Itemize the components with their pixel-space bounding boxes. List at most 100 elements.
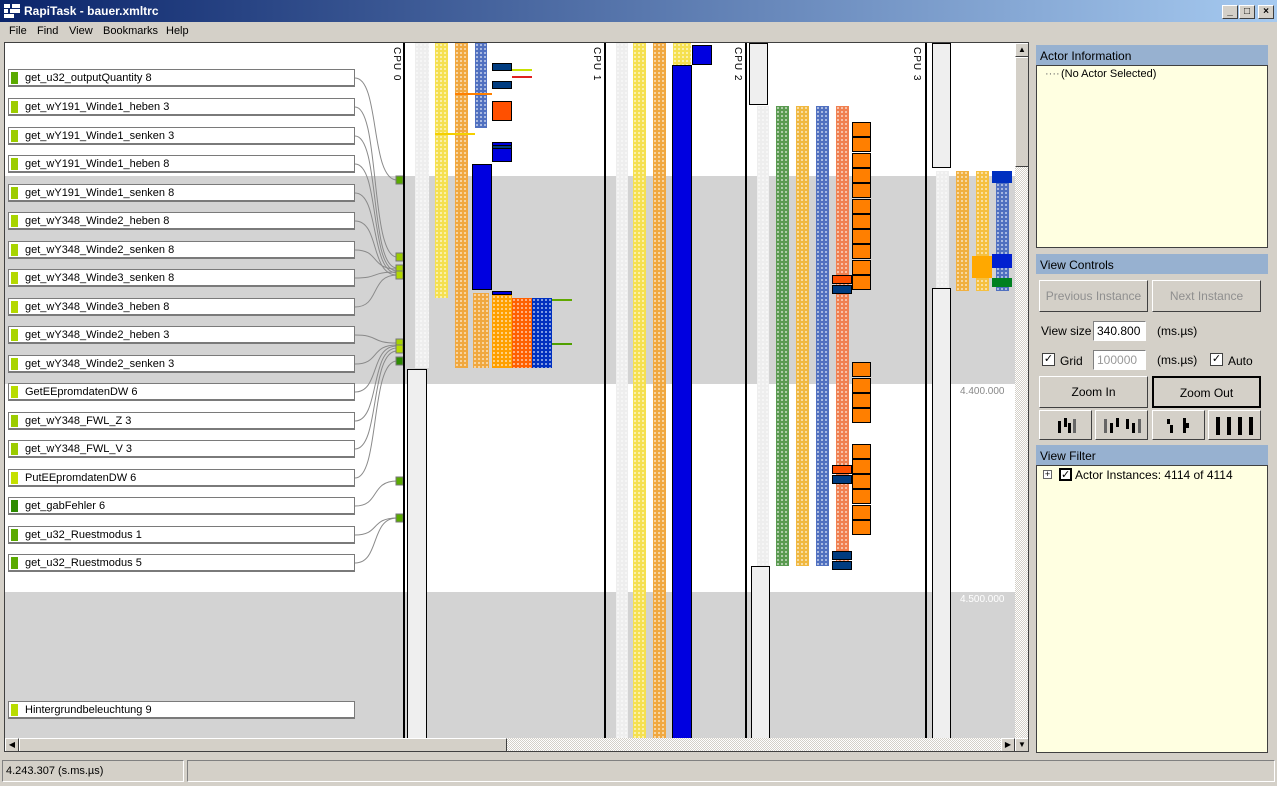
task-block[interactable]: [852, 520, 871, 535]
task-block[interactable]: [832, 285, 852, 294]
scroll-left-icon[interactable]: ◀: [5, 738, 19, 751]
idle-block[interactable]: [749, 43, 768, 105]
task-block[interactable]: [992, 278, 1012, 287]
actor-item[interactable]: Hintergrundbeleuchtung 9: [8, 701, 355, 719]
task-block[interactable]: [492, 101, 512, 121]
close-button[interactable]: ×: [1258, 5, 1274, 19]
layout-mode-4-button[interactable]: [1208, 410, 1261, 440]
task-block[interactable]: [832, 561, 852, 570]
vertical-scrollbar[interactable]: ▲: [1015, 43, 1028, 738]
task-block[interactable]: [472, 164, 492, 290]
previous-instance-button[interactable]: Previous Instance: [1039, 280, 1148, 312]
task-block[interactable]: [992, 254, 1012, 268]
idle-block[interactable]: [407, 369, 427, 739]
view-size-input[interactable]: 340.800: [1093, 321, 1146, 341]
task-block[interactable]: [692, 45, 712, 65]
horizontal-scroll-thumb[interactable]: [19, 738, 507, 751]
zoom-in-button[interactable]: Zoom In: [1039, 376, 1148, 408]
actor-connector: [354, 220, 398, 276]
task-block[interactable]: [492, 145, 512, 149]
grid-checkbox[interactable]: ✓: [1042, 353, 1055, 366]
actor-item[interactable]: get_u32_Ruestmodus 5: [8, 554, 355, 572]
task-block[interactable]: [852, 377, 871, 393]
scroll-right-icon[interactable]: ▶: [1001, 738, 1015, 751]
actor-color-swatch: [11, 215, 18, 227]
expand-icon[interactable]: +: [1043, 470, 1052, 479]
next-instance-button[interactable]: Next Instance: [1152, 280, 1261, 312]
task-block[interactable]: [852, 443, 871, 459]
task-block[interactable]: [852, 259, 871, 275]
actor-item[interactable]: PutEEpromdatenDW 6: [8, 469, 355, 487]
actor-item[interactable]: get_wY191_Winde1_heben 8: [8, 155, 355, 173]
task-block[interactable]: [832, 551, 852, 560]
task-block[interactable]: [852, 229, 871, 245]
horizontal-scrollbar[interactable]: ◀ ▶ ▼: [5, 738, 1028, 751]
actor-color-swatch: [11, 187, 18, 199]
actor-item[interactable]: get_gabFehler 6: [8, 497, 355, 515]
actor-item[interactable]: get_wY348_Winde3_heben 8: [8, 298, 355, 316]
actor-connector: [354, 135, 398, 269]
task-block[interactable]: [852, 408, 871, 424]
task-block[interactable]: [832, 275, 852, 284]
actor-item[interactable]: GetEEpromdatenDW 6: [8, 383, 355, 401]
task-block[interactable]: [492, 63, 512, 71]
task-block[interactable]: [852, 458, 871, 474]
grid-input[interactable]: 100000: [1093, 350, 1146, 370]
actor-item[interactable]: get_wY348_Winde2_heben 8: [8, 212, 355, 230]
actor-item[interactable]: get_wY348_Winde2_heben 3: [8, 326, 355, 344]
task-block[interactable]: [852, 392, 871, 408]
auto-checkbox[interactable]: ✓: [1210, 353, 1223, 366]
actor-connector: [354, 517, 398, 564]
idle-block[interactable]: [932, 288, 951, 743]
task-block[interactable]: [852, 198, 871, 214]
menu-view[interactable]: View: [69, 25, 93, 37]
menu-bookmarks[interactable]: Bookmarks: [103, 25, 158, 37]
idle-block[interactable]: [932, 43, 951, 168]
actor-item[interactable]: get_wY348_FWL_V 3: [8, 440, 355, 458]
task-block[interactable]: [492, 81, 512, 89]
timeline-view[interactable]: get_u32_outputQuantity 8 get_wY191_Winde1…: [4, 42, 1029, 752]
task-block[interactable]: [852, 474, 871, 490]
actor-item[interactable]: get_wY348_Winde3_senken 8: [8, 269, 355, 287]
menu-help[interactable]: Help: [166, 25, 189, 37]
actor-item[interactable]: get_u32_Ruestmodus 1: [8, 526, 355, 544]
layout-mode-3-button[interactable]: [1152, 410, 1205, 440]
task-block[interactable]: [832, 465, 852, 474]
actor-item[interactable]: get_wY191_Winde1_heben 3: [8, 98, 355, 116]
task-block[interactable]: [852, 275, 871, 290]
actor-info-item[interactable]: (No Actor Selected): [1061, 68, 1156, 80]
maximize-button[interactable]: □: [1239, 5, 1255, 19]
actor-item[interactable]: get_wY348_Winde2_senken 3: [8, 355, 355, 373]
actor-item[interactable]: get_u32_outputQuantity 8: [8, 69, 355, 87]
task-block[interactable]: [852, 183, 871, 199]
minimize-button[interactable]: _: [1222, 5, 1238, 19]
task-block[interactable]: [972, 256, 992, 278]
layout-mode-1-button[interactable]: [1039, 410, 1092, 440]
actor-item[interactable]: get_wY348_FWL_Z 3: [8, 412, 355, 430]
actor-item[interactable]: get_wY348_Winde2_senken 8: [8, 241, 355, 259]
task-block[interactable]: [852, 122, 871, 137]
zoom-out-button[interactable]: Zoom Out: [1152, 376, 1261, 408]
task-block[interactable]: [832, 475, 852, 484]
task-block[interactable]: [852, 504, 871, 520]
scroll-up-icon[interactable]: ▲: [1015, 43, 1028, 57]
menu-find[interactable]: Find: [37, 25, 58, 37]
task-block[interactable]: [852, 137, 871, 153]
actor-instances-checkbox[interactable]: ✓: [1059, 468, 1072, 481]
vertical-scroll-thumb[interactable]: [1015, 57, 1028, 167]
task-block[interactable]: [672, 65, 692, 740]
task-block[interactable]: [852, 167, 871, 183]
actor-item[interactable]: get_wY191_Winde1_senken 3: [8, 127, 355, 145]
task-block[interactable]: [852, 152, 871, 168]
scroll-down-icon[interactable]: ▼: [1015, 738, 1028, 751]
task-block[interactable]: [852, 244, 871, 260]
task-block[interactable]: [852, 489, 871, 505]
menu-file[interactable]: File: [9, 25, 27, 37]
layout-mode-2-button[interactable]: [1095, 410, 1148, 440]
status-message: [187, 760, 1275, 782]
idle-block[interactable]: [751, 566, 770, 741]
task-block[interactable]: [992, 171, 1012, 183]
actor-item[interactable]: get_wY191_Winde1_senken 8: [8, 184, 355, 202]
task-block[interactable]: [852, 213, 871, 229]
task-block[interactable]: [852, 362, 871, 378]
